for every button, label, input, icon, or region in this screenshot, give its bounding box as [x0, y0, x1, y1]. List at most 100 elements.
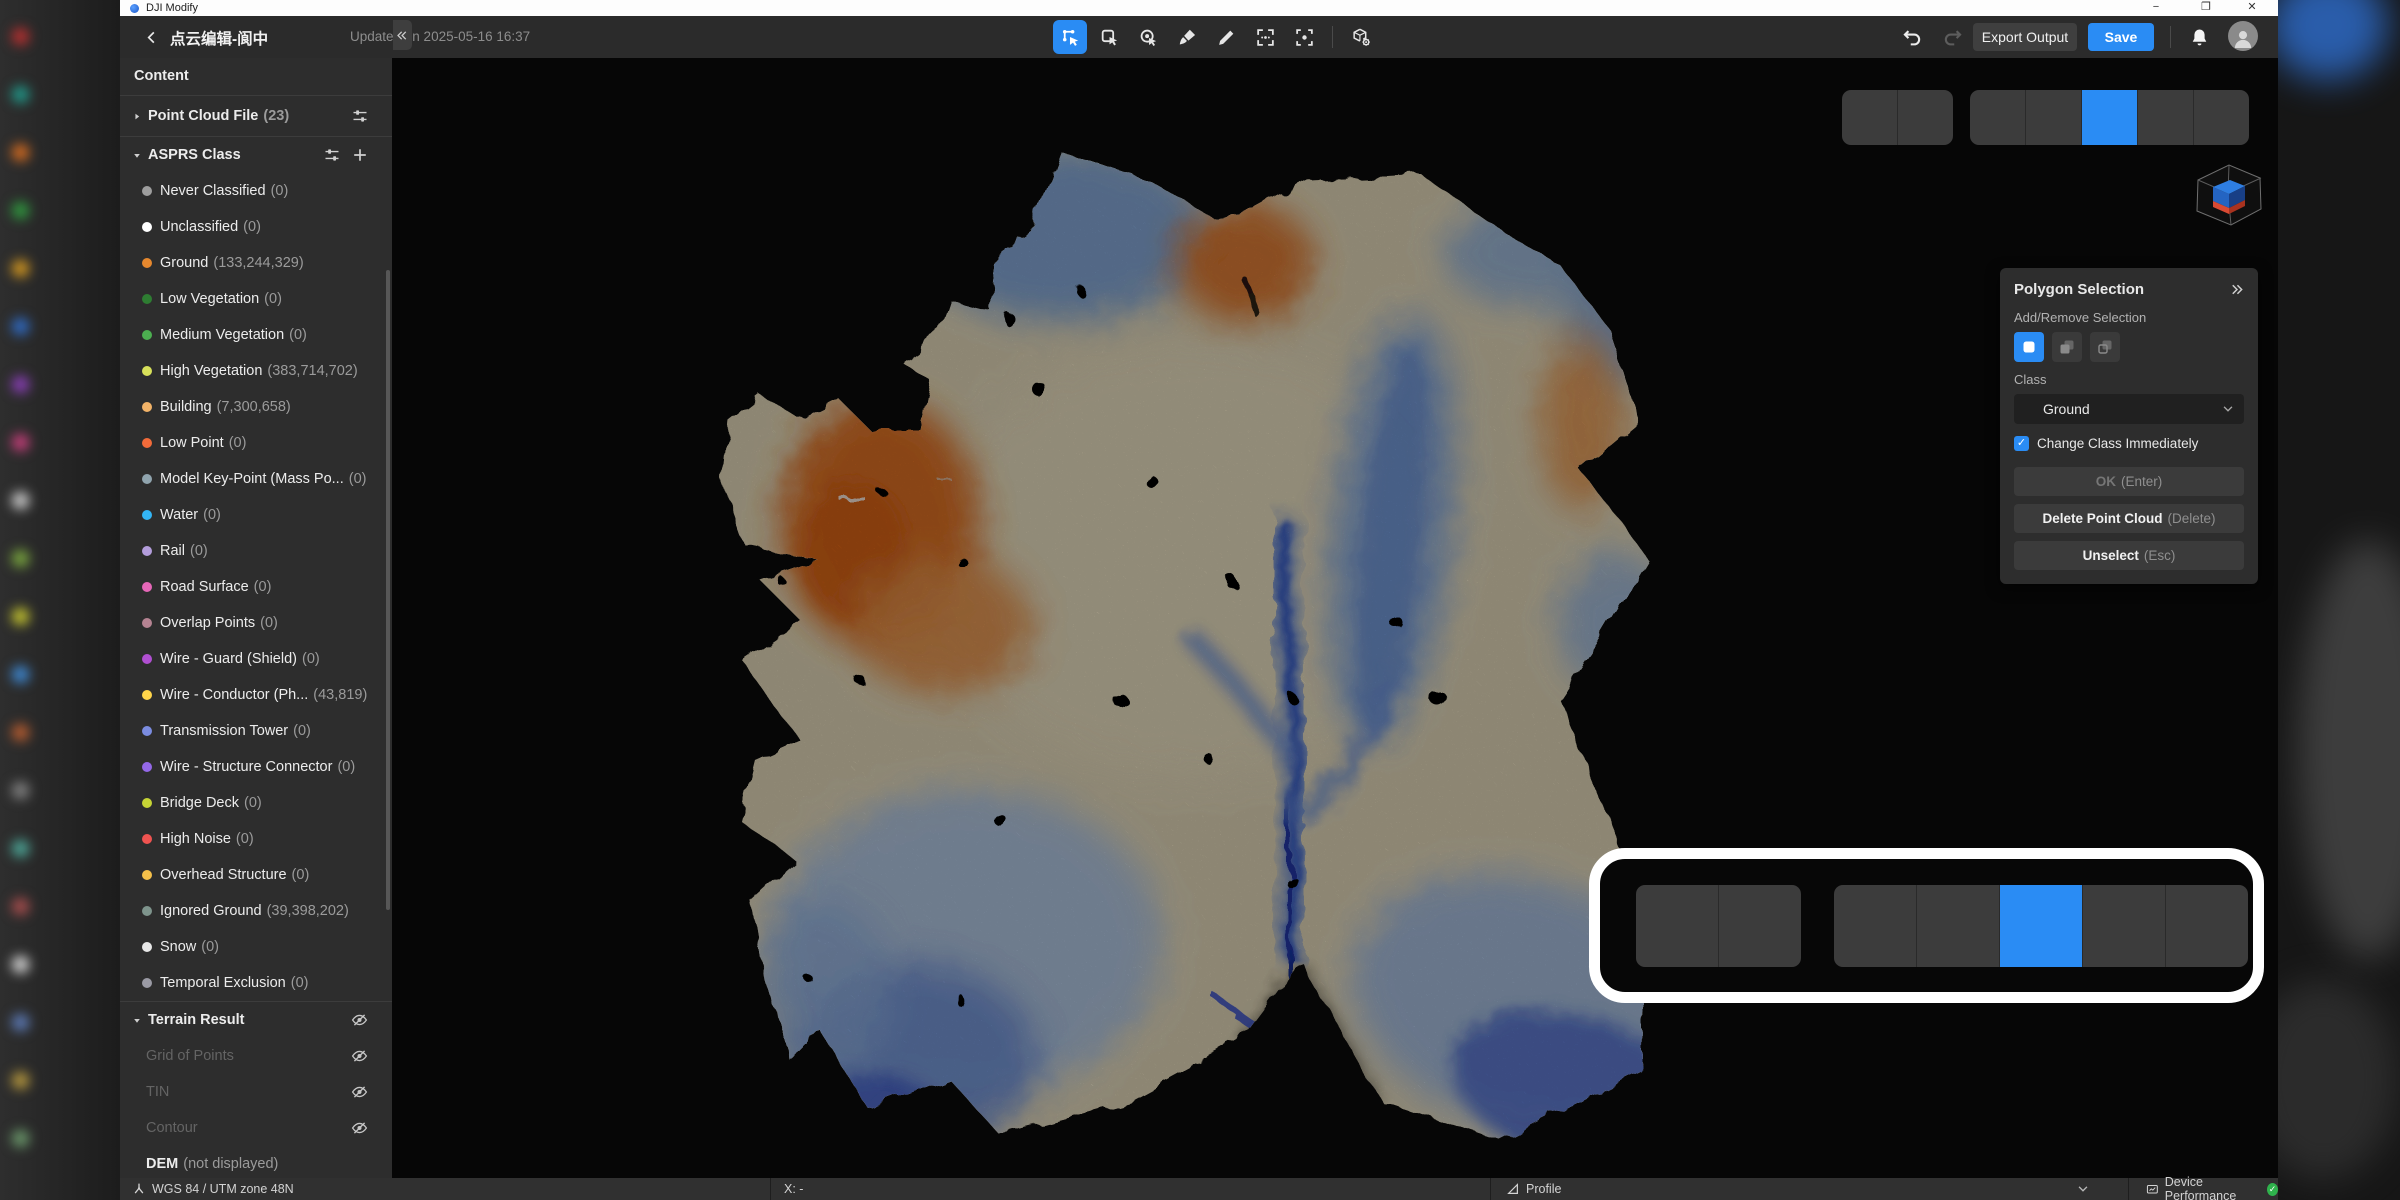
class-color-dot [142, 546, 152, 556]
class-row[interactable]: Building (7,300,658) [120, 389, 392, 425]
class-row[interactable]: Wire - Structure Connector (0) [120, 749, 392, 785]
intensity-coloring-button[interactable] [2166, 885, 2248, 967]
collapse-arrow-icon[interactable] [132, 111, 142, 122]
expand-arrow-icon[interactable] [132, 150, 142, 161]
expand-arrow-icon[interactable] [132, 1015, 142, 1026]
notifications-bell-icon[interactable] [2186, 24, 2212, 50]
new-selection-button[interactable] [2014, 332, 2044, 362]
rgb-coloring-icon [1983, 103, 2013, 133]
redo-button[interactable] [1938, 24, 1966, 50]
point-cloud-file-row[interactable]: Point Cloud File (23) [120, 96, 392, 137]
point-cloud-viewport[interactable]: Polygon Selection Add/Remove Selection C… [392, 58, 2278, 1178]
rectangle-selection-tool-button[interactable] [1092, 20, 1126, 54]
terrain-item-row[interactable]: Contour [120, 1110, 392, 1146]
eye-off-icon[interactable] [351, 1084, 368, 1101]
panel-collapse-icon[interactable] [2229, 282, 2244, 297]
class-coloring-button[interactable] [2026, 90, 2082, 145]
class-row[interactable]: Overlap Points (0) [120, 605, 392, 641]
intensity-coloring-button[interactable] [2194, 90, 2249, 145]
delete-point-cloud-button[interactable]: Delete Point Cloud (Delete) [2014, 504, 2244, 533]
rgb-coloring-button[interactable] [1834, 885, 1917, 967]
performance-ok-badge: ✓ [2267, 1183, 2278, 1196]
save-button[interactable]: Save [2088, 23, 2154, 51]
eye-off-icon[interactable] [351, 1048, 368, 1065]
asprs-class-row[interactable]: ASPRS Class [120, 137, 392, 173]
returns-coloring-button[interactable] [2138, 90, 2194, 145]
points-increase-button[interactable] [1719, 885, 1801, 967]
class-dropdown[interactable]: Ground [2014, 394, 2244, 424]
file-filter-icon[interactable] [352, 108, 368, 124]
add-selection-button[interactable] [2052, 332, 2082, 362]
points-decrease-button[interactable] [1636, 885, 1719, 967]
unselect-button[interactable]: Unselect (Esc) [2014, 541, 2244, 570]
sidebar-collapse-button[interactable] [393, 20, 412, 50]
close-button[interactable]: ✕ [2230, 0, 2274, 16]
class-row[interactable]: Rail (0) [120, 533, 392, 569]
class-row[interactable]: Wire - Conductor (Ph... (43,819) [120, 677, 392, 713]
expand-selection-tool-button[interactable] [1248, 20, 1282, 54]
eye-off-icon[interactable] [351, 1012, 368, 1029]
rgb-coloring-button[interactable] [1970, 90, 2026, 145]
add-class-icon[interactable] [352, 147, 368, 163]
restore-button[interactable]: ❐ [2184, 0, 2228, 16]
undo-button[interactable] [1898, 24, 1926, 50]
class-row[interactable]: High Noise (0) [120, 821, 392, 857]
click-selection-tool-button[interactable] [1131, 20, 1165, 54]
class-filter-icon[interactable] [324, 147, 340, 163]
orientation-cube-gizmo[interactable] [2182, 156, 2272, 236]
subtract-selection-button[interactable] [2090, 332, 2120, 362]
point-cloud-render[interactable] [392, 58, 2278, 1178]
crs-indicator[interactable]: WGS 84 / UTM zone 48N [132, 1178, 294, 1200]
class-row[interactable]: Bridge Deck (0) [120, 785, 392, 821]
class-row[interactable]: Low Point (0) [120, 425, 392, 461]
class-row[interactable]: Wire - Guard (Shield) (0) [120, 641, 392, 677]
class-row[interactable]: Medium Vegetation (0) [120, 317, 392, 353]
points-decrease-button[interactable] [1842, 90, 1898, 145]
class-coloring-icon [2039, 103, 2069, 133]
class-row[interactable]: Overhead Structure (0) [120, 857, 392, 893]
terrain-item-row[interactable]: Grid of Points [120, 1038, 392, 1074]
header-divider [2170, 26, 2171, 48]
height-coloring-button[interactable] [2082, 90, 2138, 145]
terrain-result-row[interactable]: Terrain Result [120, 1001, 392, 1038]
back-button[interactable] [138, 24, 164, 50]
class-row[interactable]: Never Classified (0) [120, 173, 392, 209]
class-row[interactable]: Water (0) [120, 497, 392, 533]
profile-toggle[interactable]: Profile [1506, 1178, 1561, 1200]
class-row[interactable]: Road Surface (0) [120, 569, 392, 605]
brush-selection-tool-button[interactable] [1170, 20, 1204, 54]
focus-selection-tool-button[interactable] [1287, 20, 1321, 54]
pen-selection-tool-button[interactable] [1209, 20, 1243, 54]
class-row[interactable]: Model Key-Point (Mass Po... (0) [120, 461, 392, 497]
change-class-label: Change Class Immediately [2037, 436, 2198, 451]
expand-icon [1255, 27, 1276, 48]
ok-button[interactable]: OK (Enter) [2014, 467, 2244, 496]
class-row[interactable]: High Vegetation (383,714,702) [120, 353, 392, 389]
class-coloring-button[interactable] [1917, 885, 2000, 967]
terrain-item-row[interactable]: TIN [120, 1074, 392, 1110]
height-coloring-button[interactable] [2000, 885, 2083, 967]
class-row[interactable]: Low Vegetation (0) [120, 281, 392, 317]
sidebar-scrollbar[interactable] [386, 270, 390, 910]
class-row[interactable]: Snow (0) [120, 929, 392, 965]
class-row[interactable]: Temporal Exclusion (0) [120, 965, 392, 1001]
minimize-button[interactable]: − [2134, 0, 2178, 16]
class-color-dot [142, 258, 152, 268]
export-output-button[interactable]: Export Output [1973, 23, 2077, 51]
dem-row[interactable]: DEM (not displayed) [120, 1146, 392, 1182]
change-class-checkbox[interactable]: ✓ [2014, 436, 2029, 451]
statusbar-collapse-chevron[interactable] [2076, 1178, 2090, 1200]
class-row[interactable]: Ground (133,244,329) [120, 245, 392, 281]
points-increase-button[interactable] [1898, 90, 1953, 145]
eye-off-icon[interactable] [351, 1120, 368, 1137]
model-display-settings-button[interactable] [1344, 20, 1378, 54]
blurred-background-dot [12, 492, 29, 509]
polygon-selection-tool-button[interactable] [1053, 20, 1087, 54]
chevron-down-icon [2221, 402, 2235, 416]
returns-coloring-button[interactable] [2083, 885, 2166, 967]
user-avatar[interactable] [2228, 21, 2258, 51]
class-row[interactable]: Unclassified (0) [120, 209, 392, 245]
class-row[interactable]: Ignored Ground (39,398,202) [120, 893, 392, 929]
device-performance[interactable]: Device Performance ✓ [2146, 1178, 2278, 1200]
class-row[interactable]: Transmission Tower (0) [120, 713, 392, 749]
